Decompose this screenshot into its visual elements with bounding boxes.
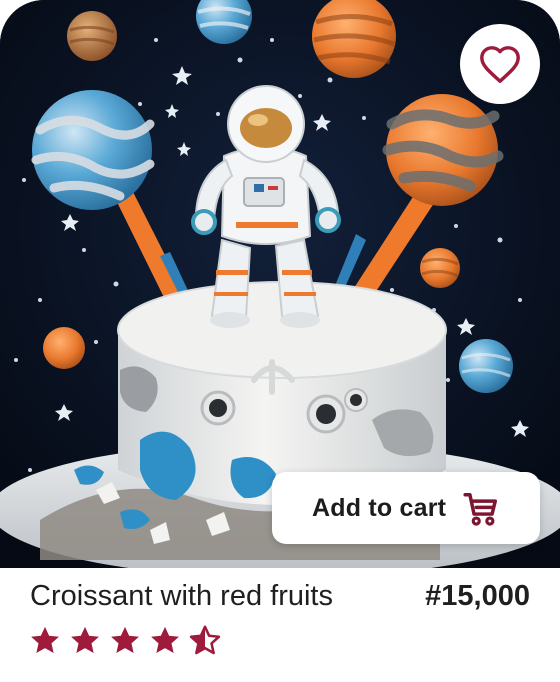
favorite-button[interactable]: [460, 24, 540, 104]
star-icon: [111, 626, 139, 654]
star-half-icon: [189, 625, 221, 655]
add-to-cart-button[interactable]: Add to cart: [272, 472, 540, 544]
star-icon: [71, 626, 99, 654]
product-price: #15,000: [425, 580, 530, 612]
shopping-cart-icon: [463, 493, 497, 526]
star-icon: [31, 626, 59, 654]
heart-outline-icon: [480, 46, 520, 84]
add-to-cart-label: Add to cart: [312, 494, 447, 522]
star-icon: [151, 626, 179, 654]
product-title: Croissant with red fruits: [30, 580, 333, 612]
product-card[interactable]: Add to cart Croissant with red fruits #1…: [0, 0, 560, 682]
rating-stars: [28, 624, 222, 658]
